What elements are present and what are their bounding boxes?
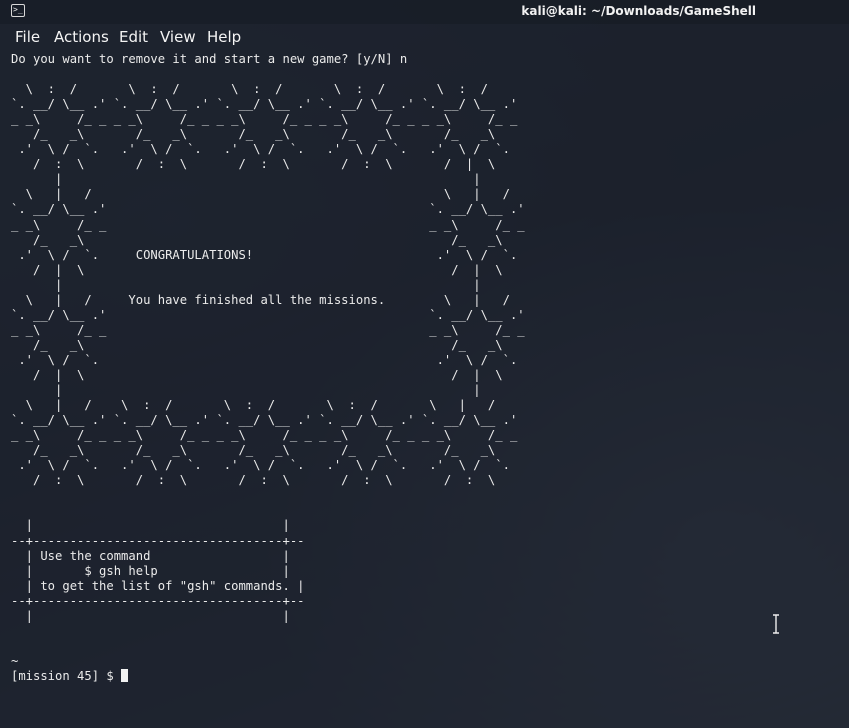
shell-prompt: [mission 45] $ [11,668,122,683]
terminal-line: --+----------------------------------+-- [11,533,305,548]
terminal-line: `. __/ \__ .' `. __/ \__ .' `. __/ \__ .… [11,97,518,112]
terminal-line: /_ _\ /_ _\ [11,232,503,247]
terminal-line: / : \ / : \ / : \ / : \ / : \ [11,473,496,488]
terminal-line: ~ [11,653,19,668]
terminal-line: | | [11,277,481,292]
terminal-line: .' \ / `. .' \ / `. [11,352,518,367]
terminal-window[interactable]: >_ kali@kali: ~/Downloads/GameShell File… [0,0,849,728]
terminal-line: _ _\ /_ _ _ _\ /_ _ _ _\ /_ _ _ _\ /_ _ … [11,112,518,127]
terminal-line: _ _\ /_ _ _ _\ /_ _ _ _\ /_ _ _ _\ /_ _ … [11,428,518,443]
terminal-line: | | [11,608,290,623]
window-title: kali@kali: ~/Downloads/GameShell [521,4,756,18]
terminal-line: \ : / \ : / \ : / \ : / \ : / [11,82,488,97]
menu-file[interactable]: File [15,28,40,46]
terminal-line: / | \ / | \ [11,262,503,277]
terminal-line: .' \ / `. .' \ / `. .' \ / `. .' \ / `. … [11,142,510,157]
terminal-line: | | [11,172,481,187]
terminal-line: / | \ / | \ [11,367,503,382]
terminal-line: | Use the command | [11,548,290,563]
terminal-line: \ | / \ | / [11,187,510,202]
terminal-line: _ _\ /_ _ _ _\ /_ _ [11,322,525,337]
text-cursor-icon [773,614,779,634]
terminal-line: `. __/ \__ .' `. __/ \__ .' [11,307,525,322]
terminal-line: .' \ / `. .' \ / `. .' \ / `. .' \ / `. … [11,458,510,473]
terminal-output[interactable]: Do you want to remove it and start a new… [11,52,525,684]
terminal-line: --+----------------------------------+-- [11,593,305,608]
terminal-line: _ _\ /_ _ _ _\ /_ _ [11,217,525,232]
title-bar[interactable]: >_ kali@kali: ~/Downloads/GameShell [0,0,849,24]
prompt-line[interactable]: [mission 45] $ [11,668,525,684]
terminal-line: / : \ / : \ / : \ / : \ / | \ [11,157,496,172]
menu-help[interactable]: Help [207,28,241,46]
terminal-line: /_ _\ /_ _\ /_ _\ /_ _\ /_ _\ [11,127,496,142]
terminal-line: | | [11,518,290,533]
terminal-line: .' \ / `. CONGRATULATIONS! .' \ / `. [11,247,518,262]
terminal-line: | to get the list of "gsh" commands. | [11,578,305,593]
terminal-line: \ | / You have finished all the missions… [11,292,510,307]
terminal-line: /_ _\ /_ _\ [11,337,503,352]
menu-view[interactable]: View [160,28,196,46]
menu-actions[interactable]: Actions [54,28,109,46]
terminal-icon[interactable]: >_ [11,4,25,17]
terminal-line: | | [11,383,481,398]
menu-edit[interactable]: Edit [119,28,148,46]
terminal-line: Do you want to remove it and start a new… [11,52,408,66]
terminal-line: \ | / \ : / \ : / \ : / \ | / [11,398,496,413]
menu-bar: File Actions Edit View Help [0,25,849,49]
terminal-line: | $ gsh help | [11,563,290,578]
terminal-line: `. __/ \__ .' `. __/ \__ .' `. __/ \__ .… [11,413,518,428]
terminal-line: `. __/ \__ .' `. __/ \__ .' [11,202,525,217]
terminal-line: /_ _\ /_ _\ /_ _\ /_ _\ /_ _\ [11,443,496,458]
block-cursor [121,668,129,682]
